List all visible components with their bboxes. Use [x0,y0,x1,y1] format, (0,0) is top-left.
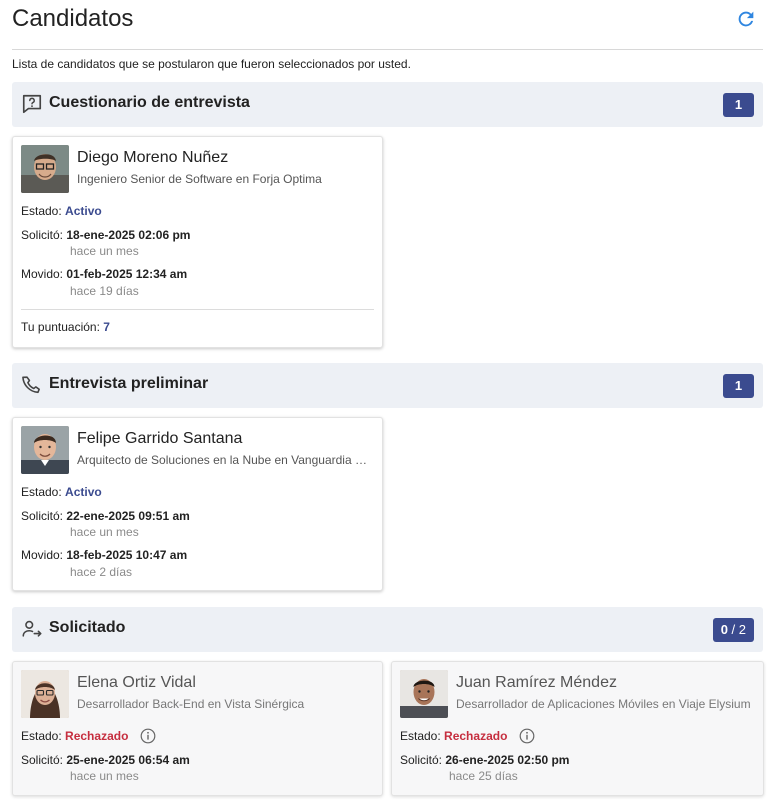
applied-label: Solicitó: [400,753,443,767]
avatar [400,670,448,718]
candidate-card[interactable]: Felipe Garrido Santana Arquitecto de Sol… [12,417,383,591]
phone-icon [22,376,40,394]
page: Candidatos Lista de candidatos que se po… [0,0,777,804]
info-icon[interactable] [519,728,535,744]
moved-date: 01-feb-2025 12:34 am [66,267,188,281]
candidate-card[interactable]: Diego Moreno Nuñez Ingeniero Senior de S… [12,136,383,348]
person-arrow-icon [22,620,42,637]
moved-row: Movido: 01-feb-2025 12:34 am [21,267,187,281]
status-badge: Activo [65,485,102,499]
applied-relative: hace un mes [70,244,139,258]
badge-separator: / [727,622,739,637]
section-title: Entrevista preliminar [49,375,209,392]
applied-date: 22-ene-2025 09:51 am [66,509,190,523]
page-subtitle: Lista de candidatos que se postularon qu… [12,57,411,71]
applied-row: Solicitó: 26-ene-2025 02:50 pm [400,753,569,767]
applied-date: 18-ene-2025 02:06 pm [66,228,191,242]
badge-count: 0 [720,622,728,637]
score-label: Tu puntuación: [21,320,100,334]
moved-relative: hace 2 días [70,565,133,579]
candidate-card[interactable]: Juan Ramírez Méndez Desarrollador de Apl… [391,661,764,796]
section-title: Solicitado [49,619,126,636]
applied-relative: hace 25 días [449,769,518,783]
avatar [21,670,69,718]
status-label: Estado: [400,729,441,744]
moved-label: Movido: [21,548,64,562]
candidate-role: Ingeniero Senior de Software en Forja Op… [77,172,322,186]
score-value: 7 [103,320,110,334]
status-badge: Rechazado [65,729,129,744]
applied-relative: hace un mes [70,769,139,783]
count-badge: 1 [723,374,754,398]
score-row: Tu puntuación: 7 [21,320,110,334]
applied-label: Solicitó: [21,753,64,767]
status-row: Estado: Activo [21,204,102,218]
moved-label: Movido: [21,267,64,281]
status-label: Estado: [21,729,62,744]
refresh-icon[interactable] [735,8,757,30]
info-icon[interactable] [140,728,156,744]
candidate-name[interactable]: Juan Ramírez Méndez [456,674,617,692]
count-badge: 0 / 2 [712,618,754,642]
badge-total: 2 [738,622,746,637]
avatar [21,145,69,193]
applied-label: Solicitó: [21,228,64,242]
divider [21,309,374,310]
moved-relative: hace 19 días [70,284,139,298]
moved-row: Movido: 18-feb-2025 10:47 am [21,548,187,562]
candidate-card[interactable]: Elena Ortiz Vidal Desarrollador Back-End… [12,661,383,796]
applied-date: 25-ene-2025 06:54 am [66,753,190,767]
applied-row: Solicitó: 18-ene-2025 02:06 pm [21,228,190,242]
applied-label: Solicitó: [21,509,64,523]
section-title: Cuestionario de entrevista [49,94,250,111]
applied-date: 26-ene-2025 02:50 pm [445,753,570,767]
applied-relative: hace un mes [70,525,139,539]
status-label: Estado: [21,485,62,499]
candidate-role: Desarrollador de Aplicaciones Móviles en… [456,697,751,711]
candidate-name[interactable]: Diego Moreno Nuñez [77,149,228,167]
page-header: Candidatos [12,0,763,50]
status-row: Estado: Rechazado [400,728,535,745]
page-title: Candidatos [12,5,134,32]
moved-date: 18-feb-2025 10:47 am [66,548,188,562]
section-header-solicitado[interactable]: Solicitado 0 / 2 [12,607,763,652]
status-badge: Rechazado [444,729,508,744]
candidate-name[interactable]: Felipe Garrido Santana [77,430,242,448]
status-row: Estado: Activo [21,485,102,499]
question-chat-icon [22,94,42,114]
candidate-role: Desarrollador Back-End en Vista Sinérgic… [77,697,305,711]
candidate-role: Arquitecto de Soluciones en la Nube en V… [77,453,375,467]
status-row: Estado: Rechazado [21,728,156,745]
count-badge: 1 [723,93,754,117]
section-header-cuestionario[interactable]: Cuestionario de entrevista 1 [12,82,763,127]
applied-row: Solicitó: 25-ene-2025 06:54 am [21,753,190,767]
avatar [21,426,69,474]
status-badge: Activo [65,204,102,218]
applied-row: Solicitó: 22-ene-2025 09:51 am [21,509,190,523]
candidate-name[interactable]: Elena Ortiz Vidal [77,674,196,692]
status-label: Estado: [21,204,62,218]
section-header-entrevista[interactable]: Entrevista preliminar 1 [12,363,763,408]
